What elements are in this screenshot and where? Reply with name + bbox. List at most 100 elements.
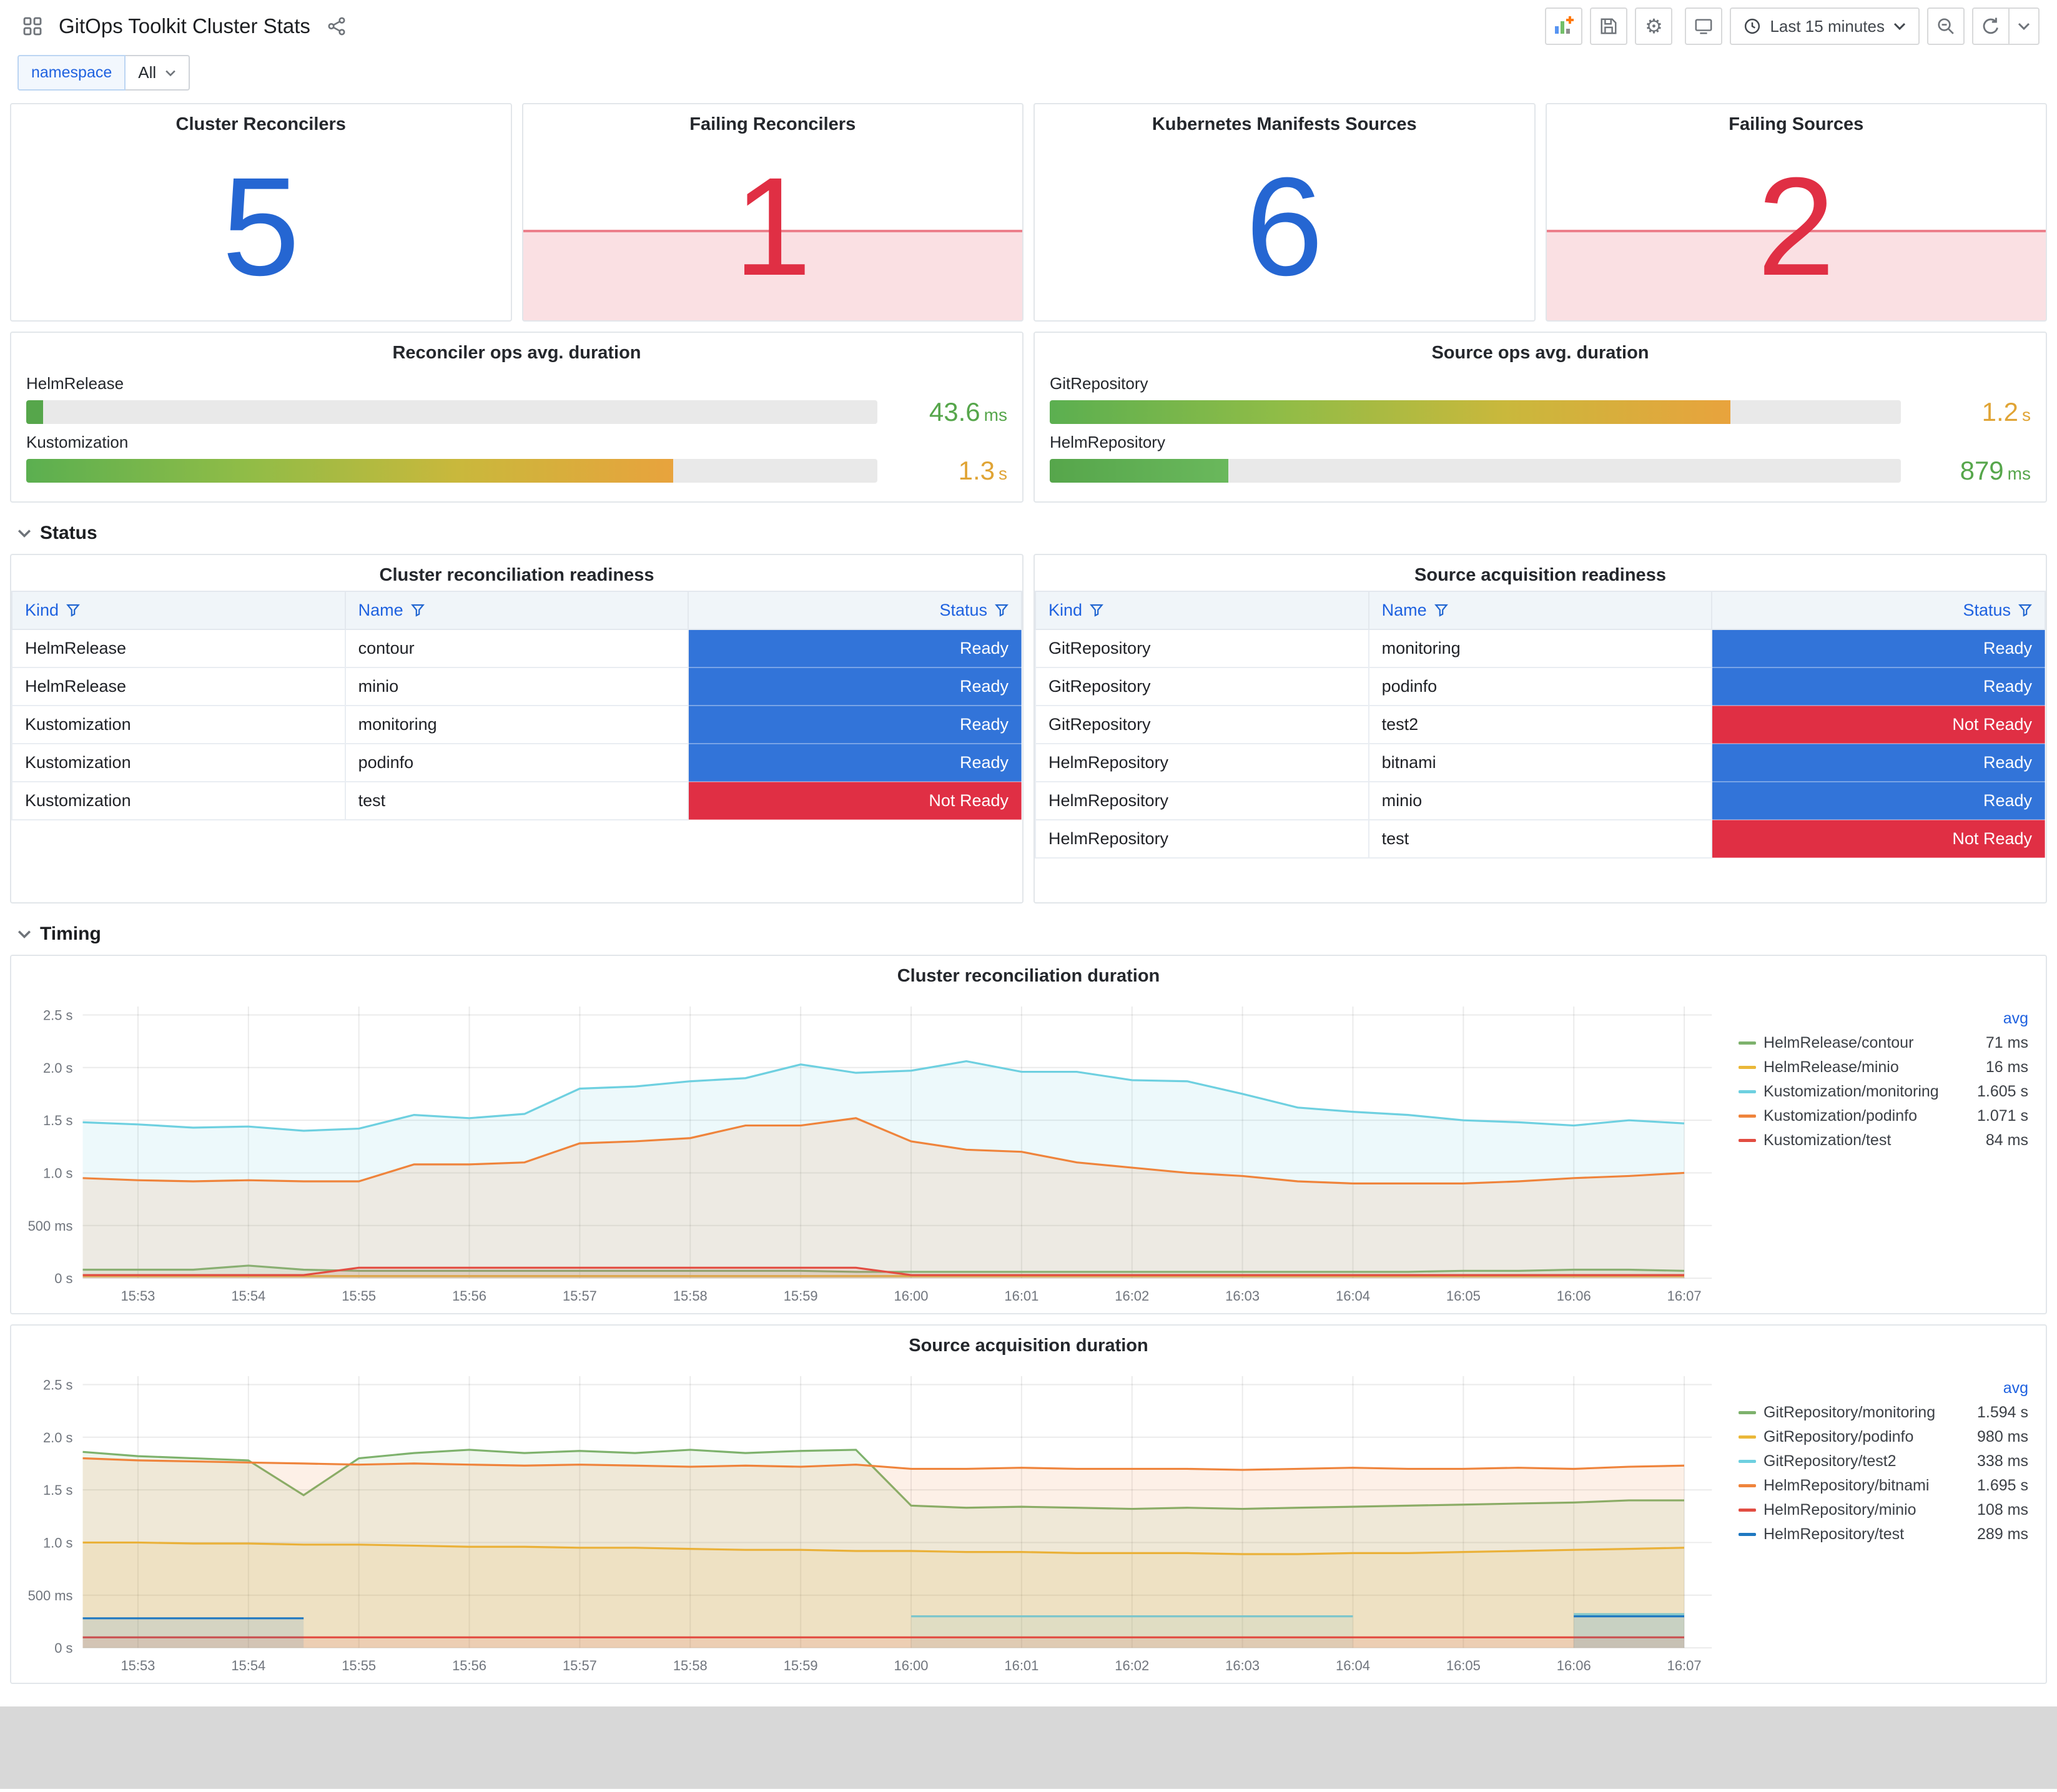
timeseries-plot[interactable]: 0 s 500 ms 1.0 s 1.5 s 2.0 s 2.5 s 15:53 15:54 1… xyxy=(16,994,1721,1308)
add-panel-icon[interactable] xyxy=(1545,7,1583,45)
legend-item: GitRepository/podinfo 980 ms xyxy=(1739,1425,2028,1449)
panel-source-ops-duration: Source ops avg. duration GitRepository 1… xyxy=(1033,332,2047,503)
legend-series-name[interactable]: Kustomization/test xyxy=(1739,1131,1891,1150)
legend-series-name[interactable]: HelmRelease/minio xyxy=(1739,1058,1899,1076)
status-cell: Ready xyxy=(688,743,1022,782)
gauge-bar xyxy=(1050,459,1229,483)
settings-gear-icon[interactable]: ⚙ xyxy=(1635,7,1673,45)
status-cell: Ready xyxy=(688,705,1022,744)
legend-series-name[interactable]: HelmRepository/bitnami xyxy=(1739,1477,1929,1495)
section-label: Status xyxy=(40,523,97,543)
gauge-label: HelmRepository xyxy=(1050,433,1165,451)
name-cell: podinfo xyxy=(344,743,689,782)
time-range-picker[interactable]: Last 15 minutes xyxy=(1730,7,1920,45)
table-row: HelmRelease minio Ready xyxy=(11,667,1022,706)
legend-avg-value: 1.695 s xyxy=(1976,1477,2028,1494)
svg-text:15:58: 15:58 xyxy=(673,1288,708,1304)
kind-cell: HelmRelease xyxy=(11,667,346,706)
refresh-interval-chevron-icon[interactable] xyxy=(2010,7,2040,45)
timeseries-plot[interactable]: 0 s 500 ms 1.0 s 1.5 s 2.0 s 2.5 s 15:53 15:54 1… xyxy=(16,1364,1721,1678)
legend-item: Kustomization/test 84 ms xyxy=(1739,1128,2028,1153)
svg-text:0 s: 0 s xyxy=(54,1640,72,1656)
tv-mode-icon[interactable] xyxy=(1685,7,1723,45)
kind-cell: HelmRepository xyxy=(1035,819,1369,859)
zoom-out-icon[interactable] xyxy=(1927,7,1965,45)
panel-source-acquisition-duration: Source acquisition duration 0 s 500 ms 1.0… xyxy=(10,1324,2047,1684)
share-icon[interactable] xyxy=(322,7,352,45)
svg-text:15:57: 15:57 xyxy=(563,1658,597,1673)
panel-source-acquisition-readiness: Source acquisition readiness Kind Name Sta… xyxy=(1033,554,2047,903)
chevron-down-icon xyxy=(17,929,31,939)
legend-item: GitRepository/monitoring 1.594 s xyxy=(1739,1401,2028,1425)
name-cell: test xyxy=(344,781,689,820)
chart-legend: avg GitRepository/monitoring 1.594 s GitRep… xyxy=(1721,1364,2036,1678)
column-header-kind[interactable]: Kind xyxy=(11,591,346,630)
status-cell: Ready xyxy=(1711,667,2046,706)
gauge-bar xyxy=(1050,400,1731,424)
legend-item: Kustomization/podinfo 1.071 s xyxy=(1739,1104,2028,1128)
series-color-swatch xyxy=(1739,1411,1756,1414)
table-row: GitRepository podinfo Ready xyxy=(1035,667,2046,706)
status-cell: Not Ready xyxy=(688,781,1022,820)
gauge-track xyxy=(26,459,877,483)
svg-text:15:57: 15:57 xyxy=(563,1288,597,1304)
apps-grid-icon[interactable] xyxy=(17,7,47,45)
section-header-status[interactable]: Status xyxy=(10,513,2047,554)
legend-avg-value: 338 ms xyxy=(1977,1452,2028,1470)
table-row: Kustomization podinfo Ready xyxy=(11,743,1022,782)
section-header-timing[interactable]: Timing xyxy=(10,913,2047,955)
svg-text:1.0 s: 1.0 s xyxy=(43,1535,73,1550)
svg-text:1.0 s: 1.0 s xyxy=(43,1165,73,1181)
status-cell: Not Ready xyxy=(1711,819,2046,859)
table-row: Kustomization test Not Ready xyxy=(11,781,1022,820)
page-bottom-strip xyxy=(0,1706,2057,1789)
svg-text:16:01: 16:01 xyxy=(1004,1288,1038,1304)
table-row: HelmRelease contour Ready xyxy=(11,629,1022,668)
kind-cell: Kustomization xyxy=(11,743,346,782)
legend-series-name[interactable]: Kustomization/podinfo xyxy=(1739,1107,1917,1125)
svg-text:16:07: 16:07 xyxy=(1667,1288,1702,1304)
save-dashboard-icon[interactable] xyxy=(1590,7,1628,45)
legend-avg-value: 71 ms xyxy=(1985,1034,2028,1051)
legend-item: HelmRelease/contour 71 ms xyxy=(1739,1031,2028,1055)
legend-item: HelmRepository/bitnami 1.695 s xyxy=(1739,1474,2028,1498)
svg-text:15:54: 15:54 xyxy=(231,1658,265,1673)
readiness-table: Kind Name Status HelmRelease contour Ready Hel… xyxy=(11,591,1022,820)
panel-title: Source acquisition duration xyxy=(909,1336,1148,1356)
stat-value: 2 xyxy=(1757,148,1835,305)
legend-series-name[interactable]: Kustomization/monitoring xyxy=(1739,1083,1939,1101)
column-header-status[interactable]: Status xyxy=(1711,591,2046,630)
column-header-name[interactable]: Name xyxy=(1368,591,1713,630)
svg-text:16:04: 16:04 xyxy=(1336,1658,1370,1673)
legend-series-name[interactable]: HelmRepository/minio xyxy=(1739,1501,1916,1519)
column-header-name[interactable]: Name xyxy=(344,591,689,630)
svg-text:2.0 s: 2.0 s xyxy=(43,1430,73,1445)
chevron-down-icon xyxy=(17,528,31,538)
clock-icon xyxy=(1745,18,1760,34)
legend-avg-header[interactable]: avg xyxy=(2003,1379,2028,1397)
legend-series-name[interactable]: HelmRepository/test xyxy=(1739,1525,1904,1543)
legend-series-name[interactable]: HelmRelease/contour xyxy=(1739,1034,1913,1052)
chart-legend: avg HelmRelease/contour 71 ms HelmRelease/m… xyxy=(1721,994,2036,1308)
kind-cell: GitRepository xyxy=(1035,705,1369,744)
panel-title: Cluster reconciliation readiness xyxy=(379,565,654,585)
legend-series-name[interactable]: GitRepository/monitoring xyxy=(1739,1404,1935,1422)
panel-failing-reconcilers: Failing Reconcilers 1 xyxy=(521,103,1024,322)
gauge-label: HelmRelease xyxy=(26,374,124,393)
legend-avg-header[interactable]: avg xyxy=(2003,1010,2028,1028)
series-color-swatch xyxy=(1739,1435,1756,1439)
panel-failing-sources: Failing Sources 2 xyxy=(1545,103,2047,322)
column-header-status[interactable]: Status xyxy=(688,591,1022,630)
gauge-track xyxy=(26,400,877,424)
legend-series-name[interactable]: GitRepository/podinfo xyxy=(1739,1428,1913,1446)
namespace-variable-select[interactable]: All xyxy=(126,55,190,91)
legend-series-name[interactable]: GitRepository/test2 xyxy=(1739,1452,1897,1470)
svg-text:15:55: 15:55 xyxy=(342,1658,376,1673)
stat-value: 6 xyxy=(1245,148,1324,305)
series-color-swatch xyxy=(1739,1090,1756,1093)
refresh-icon[interactable] xyxy=(1972,7,2010,45)
column-header-kind[interactable]: Kind xyxy=(1035,591,1369,630)
kind-cell: GitRepository xyxy=(1035,667,1369,706)
stat-value: 1 xyxy=(733,148,812,305)
table-row: GitRepository test2 Not Ready xyxy=(1035,705,2046,744)
